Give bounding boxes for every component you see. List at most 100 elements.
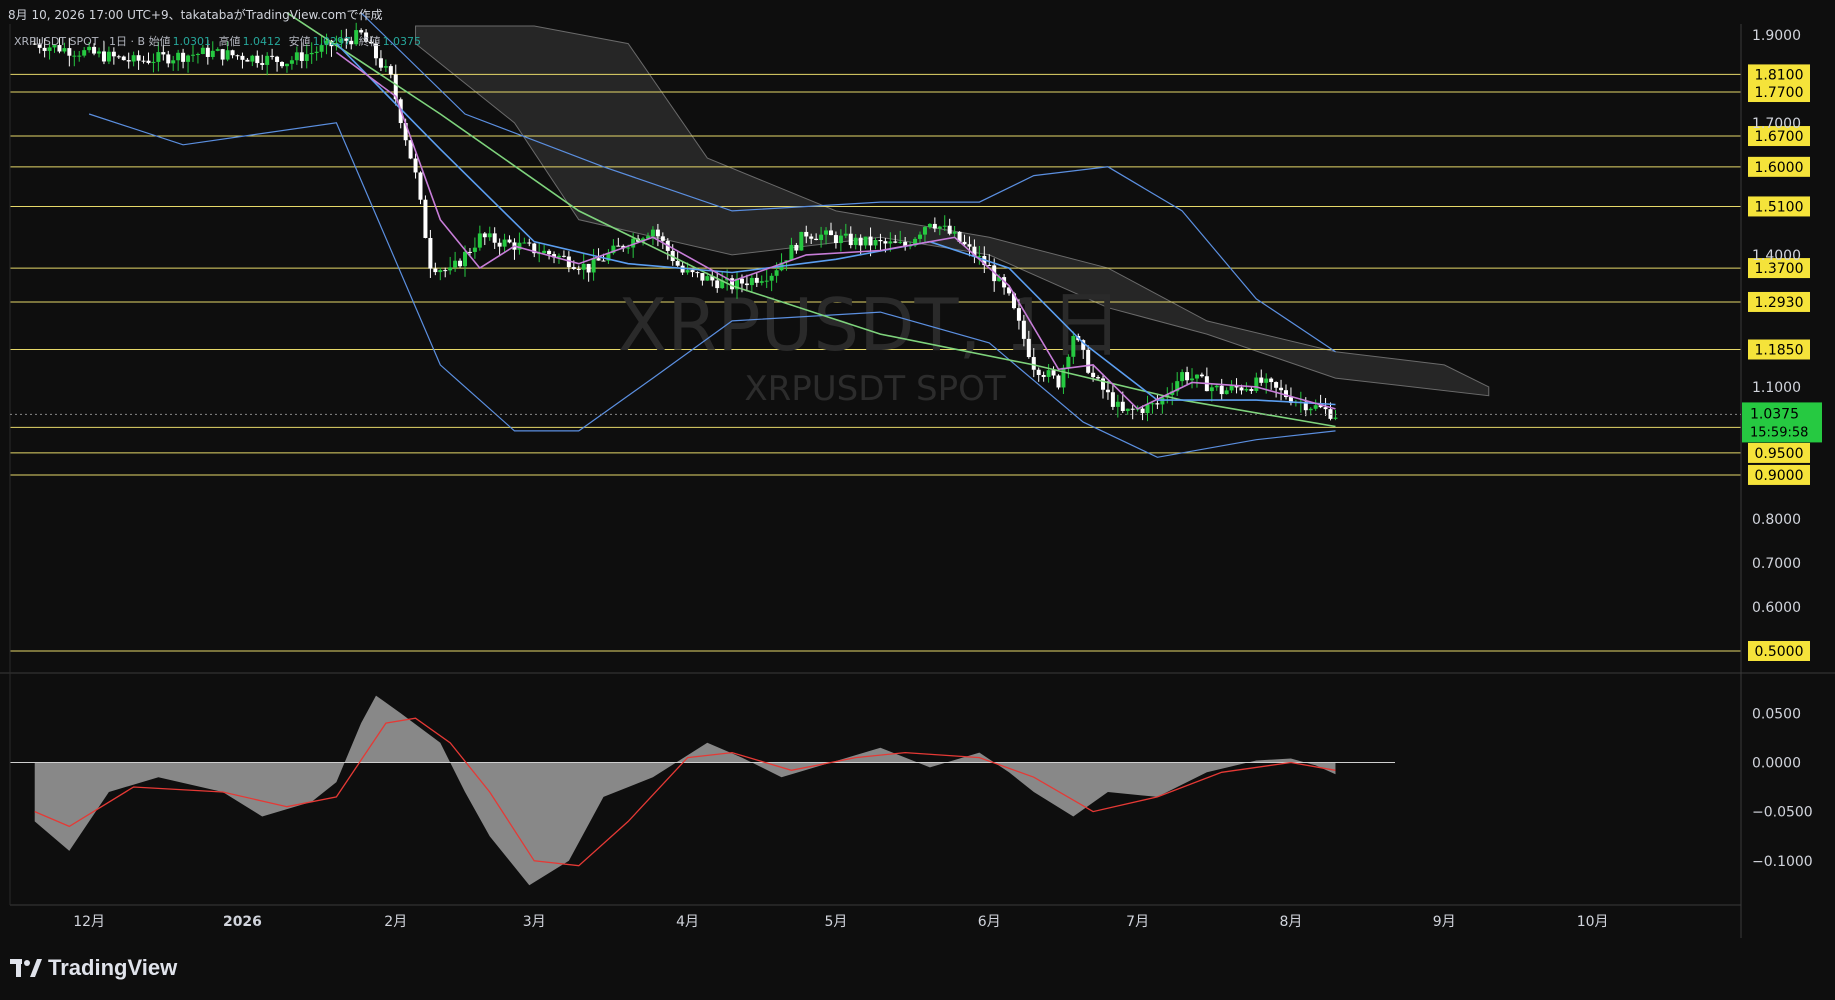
price-tick-label: 0.7000 — [1752, 556, 1801, 572]
level-label: 0.9000 — [1755, 468, 1804, 484]
candle-body — [586, 263, 591, 273]
candle-body — [918, 234, 923, 239]
candle-body — [1214, 385, 1219, 388]
candle-body — [151, 61, 156, 63]
candle-body — [1190, 378, 1195, 381]
candle-body — [487, 233, 492, 238]
candle-body — [443, 270, 448, 272]
candle-body — [858, 237, 863, 246]
candle-body — [883, 241, 888, 244]
candle-body — [1066, 356, 1071, 368]
watermark-title: XRPUSDT, 1日 — [618, 283, 1122, 367]
candle-body — [937, 226, 942, 229]
candle-body — [1279, 387, 1284, 391]
candle-body — [601, 260, 606, 262]
candle-body — [967, 244, 972, 247]
brand-logo[interactable]: TradingView — [10, 955, 177, 981]
candle-body — [769, 275, 774, 281]
candle-body — [591, 258, 596, 273]
legend-high-label: 高値 — [218, 35, 241, 48]
macd-tick-label: −0.1000 — [1752, 854, 1813, 870]
candle-body — [1150, 403, 1155, 405]
time-tick-label: 8月 — [1279, 914, 1302, 930]
price-tick-label: 1.4000 — [1752, 248, 1801, 264]
candle-body — [1110, 392, 1115, 407]
candle-body — [186, 55, 191, 62]
candle-body — [1096, 377, 1101, 379]
candle-body — [685, 270, 690, 273]
candle-body — [1056, 375, 1061, 388]
candle-body — [67, 48, 72, 56]
candle-body — [715, 280, 720, 289]
candle-body — [463, 251, 468, 267]
candle-body — [759, 281, 764, 283]
candle-body — [616, 245, 621, 247]
brand-name: TradingView — [48, 955, 178, 980]
price-tick-label: 1.1000 — [1752, 380, 1801, 396]
candle-body — [1101, 378, 1106, 390]
time-tick-label: 4月 — [676, 914, 699, 930]
candle-body — [576, 268, 581, 270]
candle-body — [1313, 405, 1318, 409]
candle-body — [898, 241, 903, 243]
level-label: 1.7700 — [1755, 85, 1804, 101]
candle-body — [828, 230, 833, 236]
candle-body — [1155, 403, 1160, 405]
candle-body — [527, 242, 532, 244]
macd-pane — [10, 695, 1395, 886]
candle-body — [1269, 378, 1274, 383]
candle-body — [705, 276, 710, 281]
candle-body — [695, 272, 700, 274]
candle-body — [774, 270, 779, 276]
candle-body — [626, 247, 631, 249]
candle-body — [210, 50, 215, 57]
level-label: 0.9500 — [1755, 446, 1804, 462]
price-tick-label: 0.8000 — [1752, 512, 1801, 528]
candle-body — [1274, 382, 1279, 388]
candle-body — [378, 58, 383, 68]
time-tick-label: 9月 — [1433, 914, 1456, 930]
time-tick-label: 12月 — [73, 914, 105, 930]
candle-body — [121, 56, 126, 61]
candle-body — [240, 55, 245, 60]
candle-body — [477, 233, 482, 248]
candle-body — [116, 56, 121, 58]
time-axis: 12月 2026 2月 3月 4月 5月 6月 7月 8月 9月 10月 — [73, 914, 1608, 930]
chart-canvas[interactable]: XRPUSDT, 1日 XRPUSDT SPOT 1.8100 1.7700 1.6… — [0, 0, 1835, 1000]
candle-body — [1264, 378, 1269, 383]
candle-body — [1086, 349, 1091, 373]
legend-close-label: 終値 — [358, 35, 381, 48]
candle-body — [482, 233, 487, 238]
candle-body — [467, 251, 472, 253]
candle-body — [82, 50, 87, 56]
time-tick-label: 10月 — [1577, 914, 1609, 930]
candle-body — [1140, 408, 1145, 414]
candle-body — [660, 236, 665, 241]
candle-body — [284, 63, 289, 67]
candle-body — [809, 236, 814, 239]
price-tick-label: 0.6000 — [1752, 600, 1801, 616]
candle-body — [270, 55, 275, 57]
level-label: 1.2930 — [1755, 295, 1804, 311]
candle-body — [250, 55, 255, 62]
candle-body — [294, 52, 299, 61]
candle-body — [1219, 385, 1224, 395]
candle-body — [205, 47, 210, 57]
candle-body — [838, 235, 843, 244]
level-label: 1.8100 — [1755, 67, 1804, 83]
candle-body — [418, 172, 423, 200]
candle-body — [814, 238, 819, 241]
candle-body — [131, 55, 136, 62]
candle-body — [161, 52, 166, 55]
candle-body — [789, 244, 794, 261]
legend-close: 1.0375 — [382, 35, 422, 48]
candle-body — [507, 239, 512, 243]
candle-body — [804, 231, 809, 237]
candle-body — [146, 60, 151, 63]
legend-high: 1.0412 — [242, 35, 282, 48]
candle-body — [156, 52, 161, 62]
candle-body — [1323, 407, 1328, 410]
candle-body — [230, 50, 235, 56]
candle-body — [868, 236, 873, 246]
candle-body — [1051, 370, 1056, 376]
